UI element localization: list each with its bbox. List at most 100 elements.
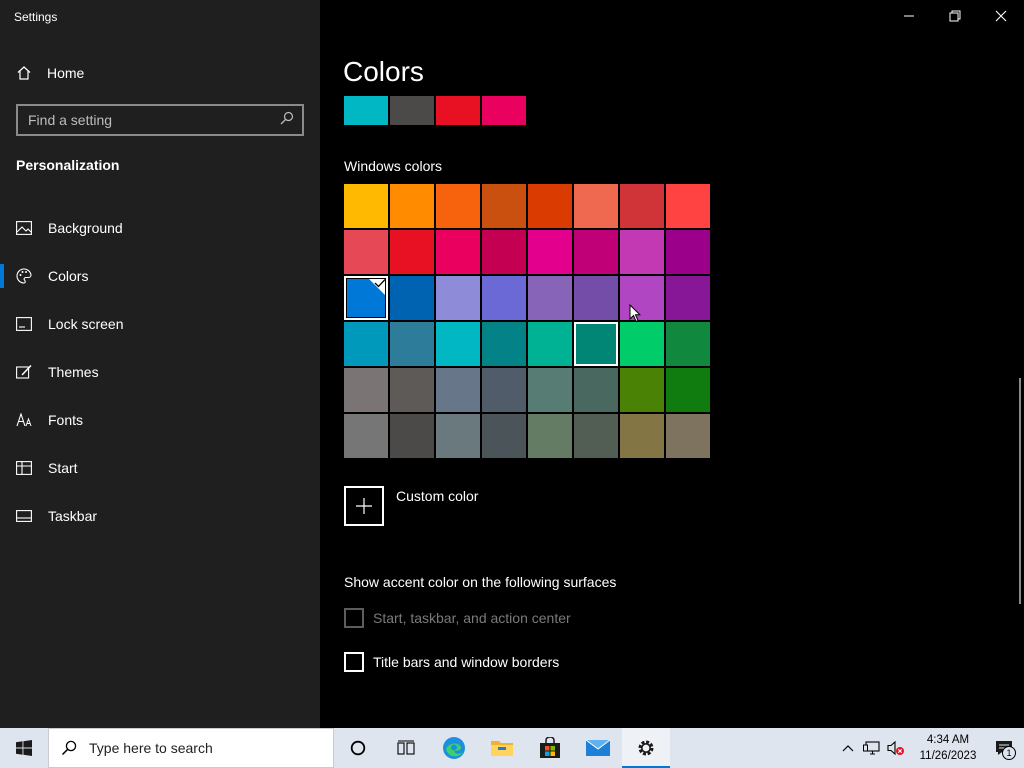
title-bars-option[interactable]: Title bars and window borders <box>344 652 559 672</box>
find-setting-search[interactable] <box>16 104 304 136</box>
settings-taskbar-button[interactable] <box>622 728 670 768</box>
color-swatch[interactable] <box>620 368 664 412</box>
color-swatch[interactable] <box>666 184 710 228</box>
color-swatch[interactable] <box>482 414 526 458</box>
palette-icon <box>16 268 32 284</box>
edge-button[interactable] <box>430 728 478 768</box>
color-swatch[interactable] <box>620 322 664 366</box>
task-view-icon <box>397 740 415 755</box>
minimize-icon <box>904 15 914 17</box>
color-swatch[interactable] <box>528 322 572 366</box>
minimize-button[interactable] <box>886 0 932 32</box>
sidebar-item-start[interactable]: Start <box>0 444 320 492</box>
color-swatch[interactable] <box>574 368 618 412</box>
home-label: Home <box>47 65 85 81</box>
color-swatch[interactable] <box>528 414 572 458</box>
clock[interactable]: 4:34 AM 11/26/2023 <box>912 732 984 764</box>
color-swatch[interactable] <box>390 230 434 274</box>
chevron-up-icon <box>842 745 854 752</box>
scrollbar-thumb[interactable] <box>1019 378 1021 604</box>
color-swatch[interactable] <box>528 184 572 228</box>
color-swatch[interactable] <box>390 322 434 366</box>
color-swatch[interactable] <box>528 276 572 320</box>
volume-muted-icon <box>887 740 904 756</box>
sidebar-item-taskbar[interactable]: Taskbar <box>0 492 320 540</box>
network-button[interactable] <box>860 728 884 768</box>
color-swatch[interactable] <box>482 322 526 366</box>
color-swatch[interactable] <box>528 368 572 412</box>
custom-color-button[interactable]: Custom color <box>344 486 478 526</box>
color-swatch[interactable] <box>620 230 664 274</box>
color-swatch[interactable] <box>620 184 664 228</box>
sidebar-item-label: Fonts <box>48 412 84 428</box>
color-swatch[interactable] <box>344 276 388 320</box>
home-nav-item[interactable]: Home <box>16 62 84 84</box>
color-swatch[interactable] <box>574 184 618 228</box>
recent-color-swatch[interactable] <box>436 96 480 125</box>
color-swatch[interactable] <box>344 414 388 458</box>
color-swatch[interactable] <box>666 368 710 412</box>
cortana-button[interactable] <box>334 728 382 768</box>
action-center-button[interactable]: 1 <box>984 728 1024 768</box>
color-swatch[interactable] <box>666 230 710 274</box>
color-swatch[interactable] <box>436 230 480 274</box>
volume-button[interactable] <box>884 728 908 768</box>
cortana-icon <box>350 740 366 756</box>
color-swatch[interactable] <box>666 276 710 320</box>
color-swatch[interactable] <box>344 230 388 274</box>
color-swatch[interactable] <box>620 276 664 320</box>
color-swatch[interactable] <box>482 368 526 412</box>
restore-icon <box>949 10 961 22</box>
sidebar-item-themes[interactable]: Themes <box>0 348 320 396</box>
taskbar-search-box[interactable] <box>48 728 334 768</box>
recent-color-swatch[interactable] <box>390 96 434 125</box>
restore-button[interactable] <box>932 0 978 32</box>
task-view-button[interactable] <box>382 728 430 768</box>
color-swatch[interactable] <box>344 184 388 228</box>
mail-button[interactable] <box>574 728 622 768</box>
color-swatch[interactable] <box>482 184 526 228</box>
color-swatch[interactable] <box>528 230 572 274</box>
taskbar-icon <box>16 508 32 524</box>
store-button[interactable] <box>526 728 574 768</box>
color-swatch[interactable] <box>390 368 434 412</box>
color-swatch[interactable] <box>574 414 618 458</box>
color-swatch[interactable] <box>436 184 480 228</box>
color-swatch[interactable] <box>390 276 434 320</box>
color-swatch[interactable] <box>574 276 618 320</box>
sidebar-item-lock-screen[interactable]: Lock screen <box>0 300 320 348</box>
font-icon <box>16 412 32 428</box>
sidebar-item-background[interactable]: Background <box>0 204 320 252</box>
sidebar-item-colors[interactable]: Colors <box>0 252 320 300</box>
color-swatch[interactable] <box>666 322 710 366</box>
close-button[interactable] <box>978 0 1024 32</box>
color-swatch[interactable] <box>436 368 480 412</box>
color-swatch[interactable] <box>666 414 710 458</box>
color-swatch[interactable] <box>390 184 434 228</box>
find-setting-input[interactable] <box>28 112 280 128</box>
color-swatch[interactable] <box>390 414 434 458</box>
sidebar-item-fonts[interactable]: Fonts <box>0 396 320 444</box>
title-bars-option-label: Title bars and window borders <box>373 654 560 670</box>
show-hidden-icons-button[interactable] <box>836 728 860 768</box>
search-icon[interactable] <box>280 111 294 130</box>
color-swatch[interactable] <box>344 368 388 412</box>
color-swatch[interactable] <box>574 230 618 274</box>
color-swatch[interactable] <box>436 322 480 366</box>
start-button[interactable] <box>0 728 48 768</box>
title-bars-checkbox[interactable] <box>344 652 364 672</box>
custom-color-label: Custom color <box>396 488 479 504</box>
color-swatch[interactable] <box>436 414 480 458</box>
color-swatch[interactable] <box>482 230 526 274</box>
clock-date: 11/26/2023 <box>919 750 977 762</box>
taskbar-search-input[interactable] <box>89 740 309 756</box>
file-explorer-button[interactable] <box>478 728 526 768</box>
folder-icon <box>491 741 513 756</box>
recent-color-swatch[interactable] <box>482 96 526 125</box>
color-swatch[interactable] <box>436 276 480 320</box>
recent-color-swatch[interactable] <box>344 96 388 125</box>
color-swatch[interactable] <box>620 414 664 458</box>
color-swatch[interactable] <box>574 322 618 366</box>
color-swatch[interactable] <box>482 276 526 320</box>
color-swatch[interactable] <box>344 322 388 366</box>
